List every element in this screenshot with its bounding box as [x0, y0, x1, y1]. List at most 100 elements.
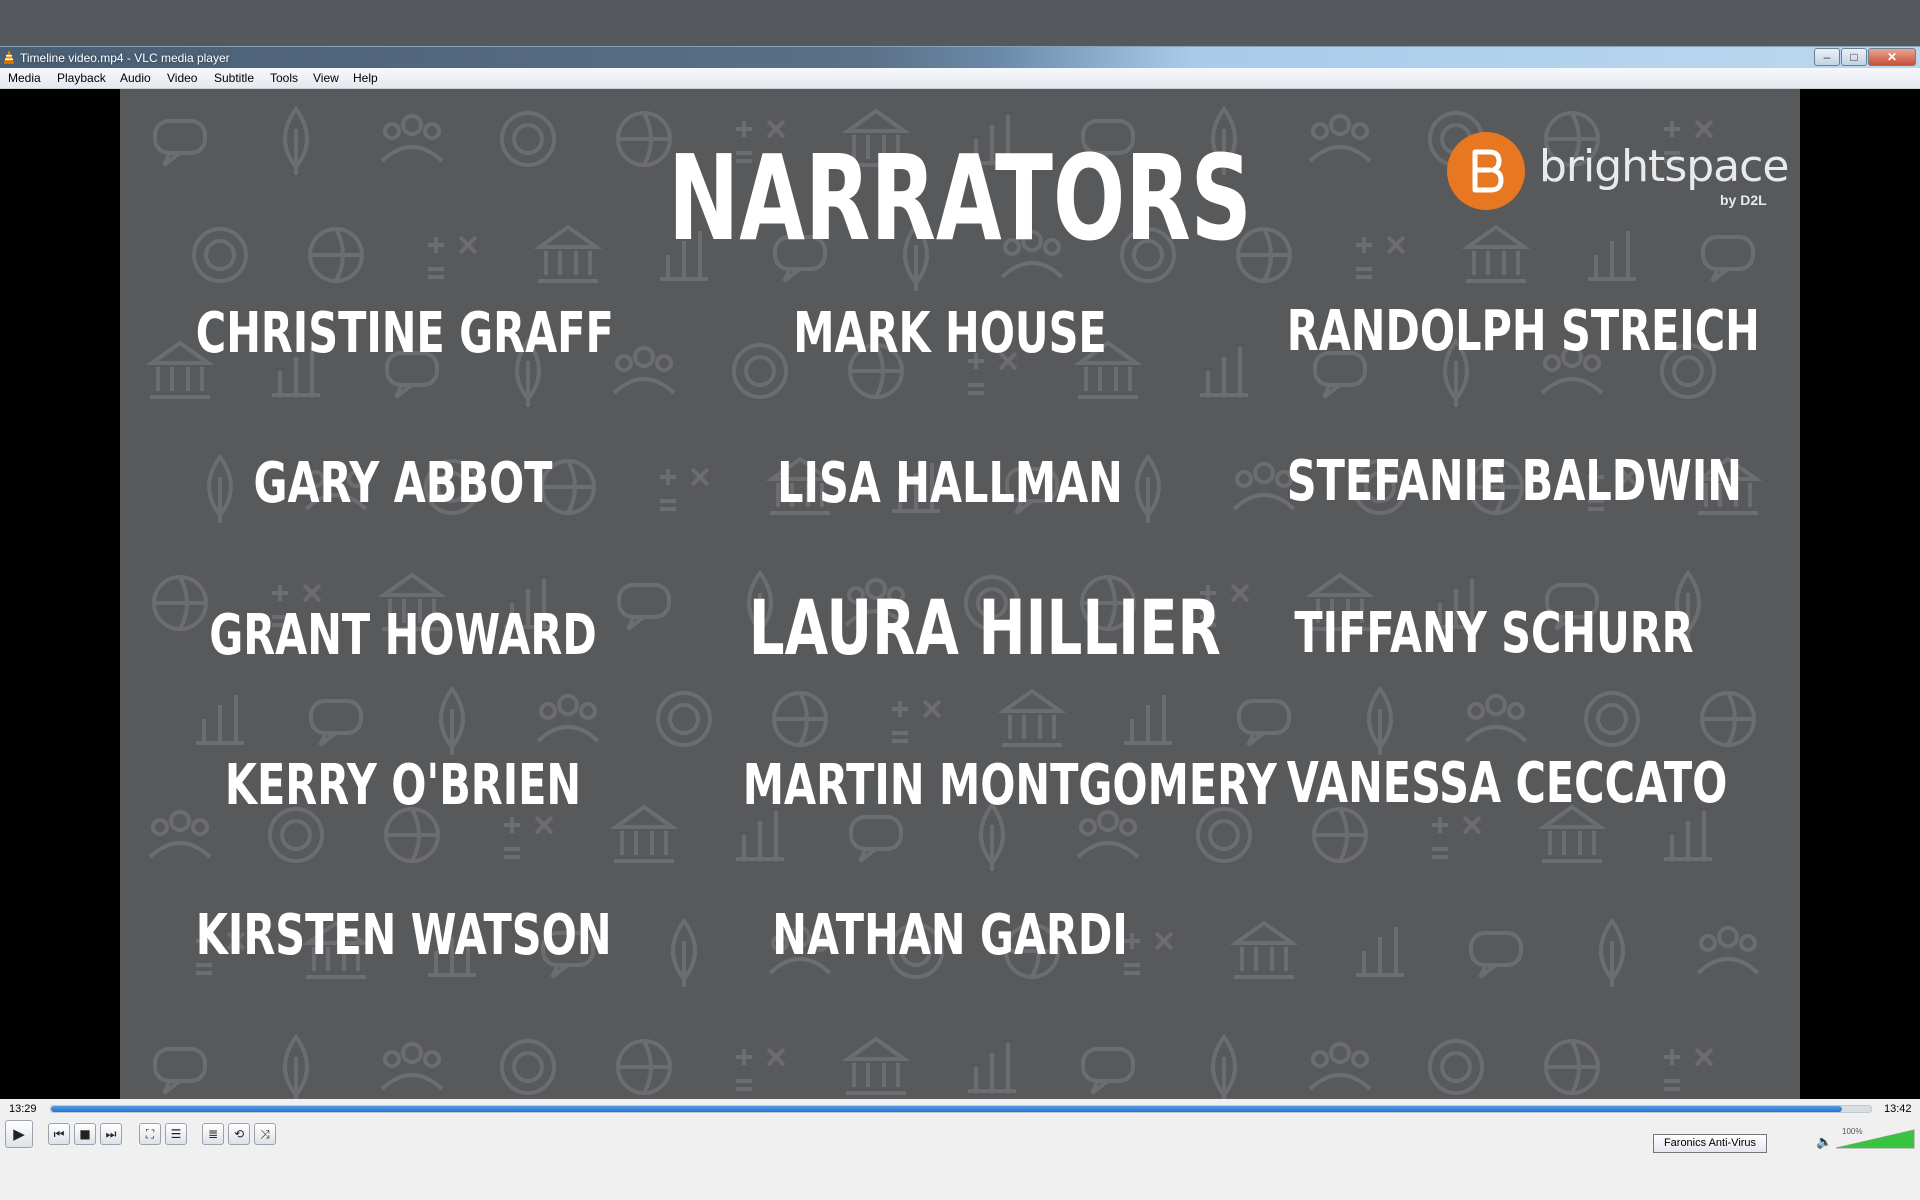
menu-playback[interactable]: Playback	[57, 71, 106, 85]
seek-progress	[51, 1106, 1842, 1112]
background-pattern-icon	[1081, 1047, 1135, 1095]
background-pattern-icon	[1308, 1042, 1372, 1091]
narrator-name: KIRSTEN WATSON	[195, 903, 612, 968]
narrator-name: GARY ABBOT	[253, 451, 553, 516]
background-pattern-icon	[153, 119, 207, 167]
background-pattern-icon	[849, 815, 903, 863]
window-title: Timeline video.mp4 - VLC media player	[20, 51, 230, 65]
background-pattern-icon	[1076, 810, 1140, 859]
menu-help[interactable]: Help	[353, 71, 378, 85]
background-pattern-icon	[1700, 691, 1756, 747]
background-pattern-icon	[736, 1047, 786, 1091]
background-pattern-icon	[148, 810, 212, 859]
narrator-name: MARK HOUSE	[793, 301, 1107, 366]
background-pattern-icon	[283, 105, 309, 175]
menu-audio[interactable]: Audio	[120, 71, 151, 85]
background-pattern-icon	[1664, 811, 1712, 861]
window-titlebar[interactable]: Timeline video.mp4 - VLC media player – …	[0, 46, 1920, 68]
speaker-icon[interactable]: 🔈	[1816, 1134, 1832, 1150]
minimize-button[interactable]: –	[1814, 48, 1840, 66]
background-pattern-icon	[968, 1043, 1016, 1093]
tooltip: Faronics Anti-Virus	[1653, 1134, 1767, 1153]
background-pattern-icon	[1200, 347, 1248, 397]
background-pattern-icon	[1664, 1047, 1714, 1091]
fullscreen-button[interactable]: ⛶	[139, 1123, 161, 1145]
time-elapsed: 13:29	[9, 1103, 37, 1115]
background-pattern-icon	[1428, 1039, 1484, 1095]
background-pattern-icon	[1544, 1039, 1600, 1095]
background-pattern-icon	[1696, 926, 1760, 975]
background-pattern-icon	[616, 1039, 672, 1095]
stop-button[interactable]: ■	[74, 1123, 96, 1145]
logo-wordmark: brightspace	[1539, 141, 1789, 192]
background-pattern-icon	[500, 1039, 556, 1095]
menu-video[interactable]: Video	[167, 71, 197, 85]
menu-media[interactable]: Media	[8, 71, 41, 85]
play-button[interactable]: ▶	[5, 1120, 33, 1148]
background-pattern-icon	[736, 811, 784, 861]
menu-tools[interactable]: Tools	[270, 71, 298, 85]
player-controls: 13:29 13:42 ▶ ⏮ ■ ⏭ ⛶ ☰ ≣ ⟲ ⤨ Faronics A…	[0, 1099, 1920, 1200]
background-pattern-icon	[504, 815, 554, 859]
next-button[interactable]: ⏭	[100, 1123, 122, 1145]
volume-percent: 100%	[1842, 1127, 1863, 1136]
brightspace-b-icon	[1447, 132, 1525, 210]
background-pattern-icon	[609, 804, 679, 863]
background-pattern-icon	[196, 695, 244, 745]
previous-button[interactable]: ⏮	[48, 1123, 70, 1145]
random-button[interactable]: ⤨	[254, 1123, 276, 1145]
background-pattern-icon	[1701, 235, 1755, 283]
close-button[interactable]: ✕	[1868, 48, 1916, 66]
narrator-name: VANESSA CECCATO	[1286, 751, 1728, 816]
background-pattern-icon	[153, 1047, 207, 1095]
logo-subtext: by D2L	[1720, 192, 1767, 208]
narrator-name: NATHAN GARDI	[772, 903, 1128, 968]
background-pattern-icon	[308, 227, 364, 283]
background-pattern-icon	[841, 1036, 911, 1095]
background-pattern-icon	[380, 1042, 444, 1091]
loop-button[interactable]: ⟲	[228, 1123, 250, 1145]
narrator-name: GRANT HOWARD	[209, 603, 597, 668]
background-pattern-icon	[1229, 920, 1299, 979]
narrator-name: CHRISTINE GRAFF	[195, 301, 614, 366]
narrator-name: RANDOLPH STREICH	[1286, 299, 1760, 364]
narrator-name: LAURA HILLIER	[748, 583, 1221, 672]
background-pattern-icon	[660, 467, 710, 511]
background-pattern-icon	[617, 583, 671, 631]
background-pattern-icon	[1588, 231, 1636, 281]
time-total: 13:42	[1884, 1103, 1912, 1115]
extended-settings-button[interactable]: ☰	[165, 1123, 187, 1145]
background-pattern-icon	[1432, 815, 1482, 859]
background-pattern-icon	[439, 685, 465, 755]
background-pattern-icon	[309, 699, 363, 747]
narrator-name: LISA HALLMAN	[777, 451, 1123, 516]
background-pattern-icon	[671, 917, 697, 987]
menu-bar: Media Playback Audio Video Subtitle Tool…	[0, 68, 1920, 89]
video-area[interactable]: NARRATORS brightspace by D2L CHRISTINE G…	[0, 89, 1920, 1099]
background-pattern-icon	[892, 699, 942, 743]
background-pattern-icon	[1464, 694, 1528, 743]
background-pattern-icon	[1356, 927, 1404, 977]
background-pattern-icon	[1312, 807, 1368, 863]
seek-bar[interactable]	[50, 1105, 1872, 1113]
background-pattern-icon	[536, 694, 600, 743]
background-pattern-icon	[1584, 691, 1640, 747]
vlc-cone-icon	[4, 50, 14, 64]
background-pattern-icon	[1599, 917, 1625, 987]
menu-view[interactable]: View	[313, 71, 339, 85]
narrator-name: TIFFANY SCHURR	[1294, 601, 1694, 666]
background-pattern-icon	[1232, 462, 1296, 511]
background-pattern-icon	[1124, 695, 1172, 745]
narrator-name: STEFANIE BALDWIN	[1286, 449, 1742, 514]
background-pattern-icon	[192, 227, 248, 283]
background-pattern-icon	[772, 691, 828, 747]
background-pattern-icon	[612, 346, 676, 395]
background-pattern-icon	[1367, 685, 1393, 755]
slide-heading: NARRATORS	[668, 129, 1252, 267]
playlist-button[interactable]: ≣	[202, 1123, 224, 1145]
desktop-background	[0, 0, 1920, 46]
brightspace-logo: brightspace by D2L	[1447, 132, 1789, 222]
background-pattern-icon	[1211, 1033, 1237, 1099]
menu-subtitle[interactable]: Subtitle	[214, 71, 254, 85]
maximize-button[interactable]: □	[1841, 48, 1867, 66]
